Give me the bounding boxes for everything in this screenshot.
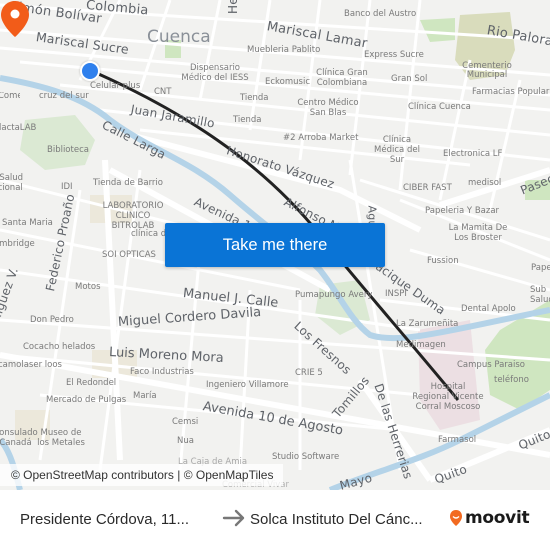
- poi-label: CNT: [154, 87, 172, 97]
- poi-label: Eckomusic: [265, 77, 310, 87]
- poi-label: Muebleria Pablito: [247, 45, 321, 55]
- poi-label: Celular plus: [90, 81, 141, 91]
- city-label: Cuenca: [147, 27, 211, 47]
- route-footer: Presidente Córdova, 11... Solca Institut…: [0, 490, 550, 550]
- origin-stop-name: Presidente Córdova, 11...: [20, 511, 189, 528]
- poi-label: Hospital Regional Vicente Corral Moscoso: [412, 382, 484, 413]
- poi-label: Electronica LF: [443, 149, 503, 159]
- poi-label: CIBER FAST: [403, 183, 452, 193]
- poi-label: María: [133, 391, 157, 401]
- poi-label: La Mamita De Los Broster: [448, 223, 508, 244]
- poi-label: medisol: [468, 178, 502, 188]
- map-view[interactable]: Simón Bolívar Colombia Mariscal Sucre Cu…: [0, 0, 550, 490]
- poi-label: Banco del Austro: [344, 9, 417, 19]
- poi-label: Tienda: [240, 93, 269, 103]
- poi-label: camolaser loos: [0, 360, 62, 370]
- poi-label: Express Sucre: [364, 50, 424, 60]
- poi-label: Medimagen: [396, 340, 446, 350]
- poi-label: IDI: [61, 182, 73, 192]
- poi-label: Motos: [75, 282, 101, 292]
- poi-label: Clínica Cuenca: [408, 102, 471, 112]
- poi-label: cruz del sur: [39, 91, 89, 101]
- moovit-logo[interactable]: moovit: [449, 508, 530, 528]
- poi-label: clínica d: [131, 229, 167, 239]
- poi-label: Faco Industrias: [130, 367, 194, 377]
- poi-label: teléfono: [494, 375, 529, 385]
- arrow-right-icon: [222, 509, 245, 527]
- poi-label: Tienda de Barrio: [93, 178, 163, 188]
- poi-label: Nua: [177, 436, 194, 446]
- poi-label: La Zarumeñita: [396, 319, 459, 329]
- destination-pin-icon[interactable]: [0, 0, 30, 38]
- poi-label: Farmasol: [438, 435, 477, 445]
- origin-marker[interactable]: [80, 61, 100, 81]
- poi-label: Clínica Gran Colombiana: [316, 68, 368, 89]
- poi-label: Centro Médico San Blas: [297, 98, 359, 119]
- park-north: [420, 18, 455, 42]
- poi-label: LABORATORIO CLINICO BITROLAB: [102, 201, 164, 232]
- destination-stop-name: Solca Instituto Del Cánc...: [250, 511, 423, 528]
- poi-label: INSPI: [385, 289, 407, 299]
- poi-label: Fussion: [427, 256, 459, 266]
- moovit-wordmark: moovit: [465, 508, 530, 528]
- poi-label: Museo de los Metales: [37, 428, 85, 449]
- moovit-pin-icon: [450, 510, 462, 526]
- poi-label: Sub Salud: [530, 285, 550, 306]
- poi-label: Pape: [531, 263, 550, 273]
- poi-label: Cemsi: [172, 417, 199, 427]
- poi-label: Dispensario Médico del IESS: [181, 63, 249, 84]
- poi-label: Mercado de Pulgas: [46, 395, 127, 405]
- poi-label: de Salud Nacional: [0, 173, 24, 194]
- poi-label: Studio Software: [272, 452, 340, 462]
- poi-label: Biblioteca: [47, 145, 89, 155]
- poi-label: Clínica Médica del Sur: [374, 135, 420, 166]
- poi-label: El Redondel: [66, 378, 117, 388]
- poi-label: Cambridge: [0, 239, 35, 249]
- map-attribution[interactable]: © OpenStreetMap contributors | © OpenMap…: [0, 464, 284, 486]
- poi-label: lactaLAB: [0, 123, 37, 133]
- poi-label: Dental Apolo: [461, 304, 516, 314]
- poi-label: Ingeniero Villamore: [206, 380, 289, 390]
- poi-label: Farmacias Popular: [472, 87, 550, 97]
- poi-label: CRIE 5: [295, 368, 323, 378]
- poi-label: Comercial Reyes: [0, 92, 20, 101]
- poi-label: Papeleria Y Bazar: [425, 206, 500, 216]
- poi-label: Gran Sol: [391, 74, 428, 84]
- take-me-there-button[interactable]: Take me there: [165, 223, 385, 267]
- poi-label: Don Pedro: [30, 315, 74, 325]
- poi-label: Cocacho helados: [23, 342, 96, 352]
- poi-label: Campus Paraiso: [457, 360, 525, 370]
- poi-label: Tienda: [233, 115, 262, 125]
- poi-label: #2 Arroba Market: [283, 133, 359, 143]
- poi-label: Santa Maria: [2, 218, 53, 228]
- poi-label: Cementerio Municipal: [462, 61, 512, 80]
- poi-label: Pumapungo Avery: [295, 290, 373, 300]
- poi-label: SOI OPTICAS: [102, 250, 156, 260]
- street-label: Her: [226, 0, 240, 14]
